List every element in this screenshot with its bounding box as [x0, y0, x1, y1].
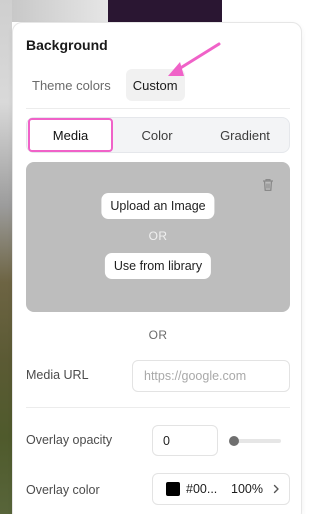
- tab-gradient[interactable]: Gradient: [201, 118, 289, 152]
- overlay-color-picker[interactable]: #00... 100%: [152, 473, 290, 505]
- color-hex-value: #00...: [186, 482, 218, 496]
- overlay-color-label: Overlay color: [26, 483, 100, 497]
- tab-theme-colors[interactable]: Theme colors: [25, 69, 118, 101]
- overlay-opacity-input[interactable]: [152, 425, 218, 456]
- tab-color[interactable]: Color: [113, 118, 201, 152]
- tab-media[interactable]: Media: [28, 118, 113, 152]
- use-from-library-button[interactable]: Use from library: [104, 253, 212, 279]
- background-image-strip: [0, 0, 12, 514]
- upload-image-button[interactable]: Upload an Image: [101, 193, 215, 219]
- media-url-input[interactable]: [132, 360, 290, 392]
- chevron-right-icon: [273, 484, 279, 494]
- divider: [26, 108, 290, 109]
- type-segmented-control: Media Color Gradient: [26, 117, 290, 153]
- trash-icon[interactable]: [260, 177, 276, 193]
- background-dark-block: [108, 0, 222, 22]
- color-swatch: [166, 482, 180, 496]
- tab-custom[interactable]: Custom: [125, 69, 185, 101]
- or-separator: OR: [148, 328, 168, 342]
- mode-tabs: Theme colors Custom: [25, 69, 185, 101]
- background-image-top: [12, 0, 108, 22]
- overlay-opacity-label: Overlay opacity: [26, 433, 113, 447]
- divider: [26, 407, 290, 408]
- panel-title: Background: [26, 37, 108, 53]
- media-dropzone[interactable]: Upload an Image OR Use from library: [26, 162, 290, 312]
- background-panel: Background Theme colors Custom Media Col…: [12, 22, 302, 514]
- overlay-opacity-slider[interactable]: [229, 436, 281, 446]
- slider-thumb[interactable]: [229, 436, 239, 446]
- media-url-label: Media URL: [26, 368, 89, 382]
- or-separator-inner: OR: [148, 229, 168, 243]
- color-opacity-value: 100%: [231, 482, 263, 496]
